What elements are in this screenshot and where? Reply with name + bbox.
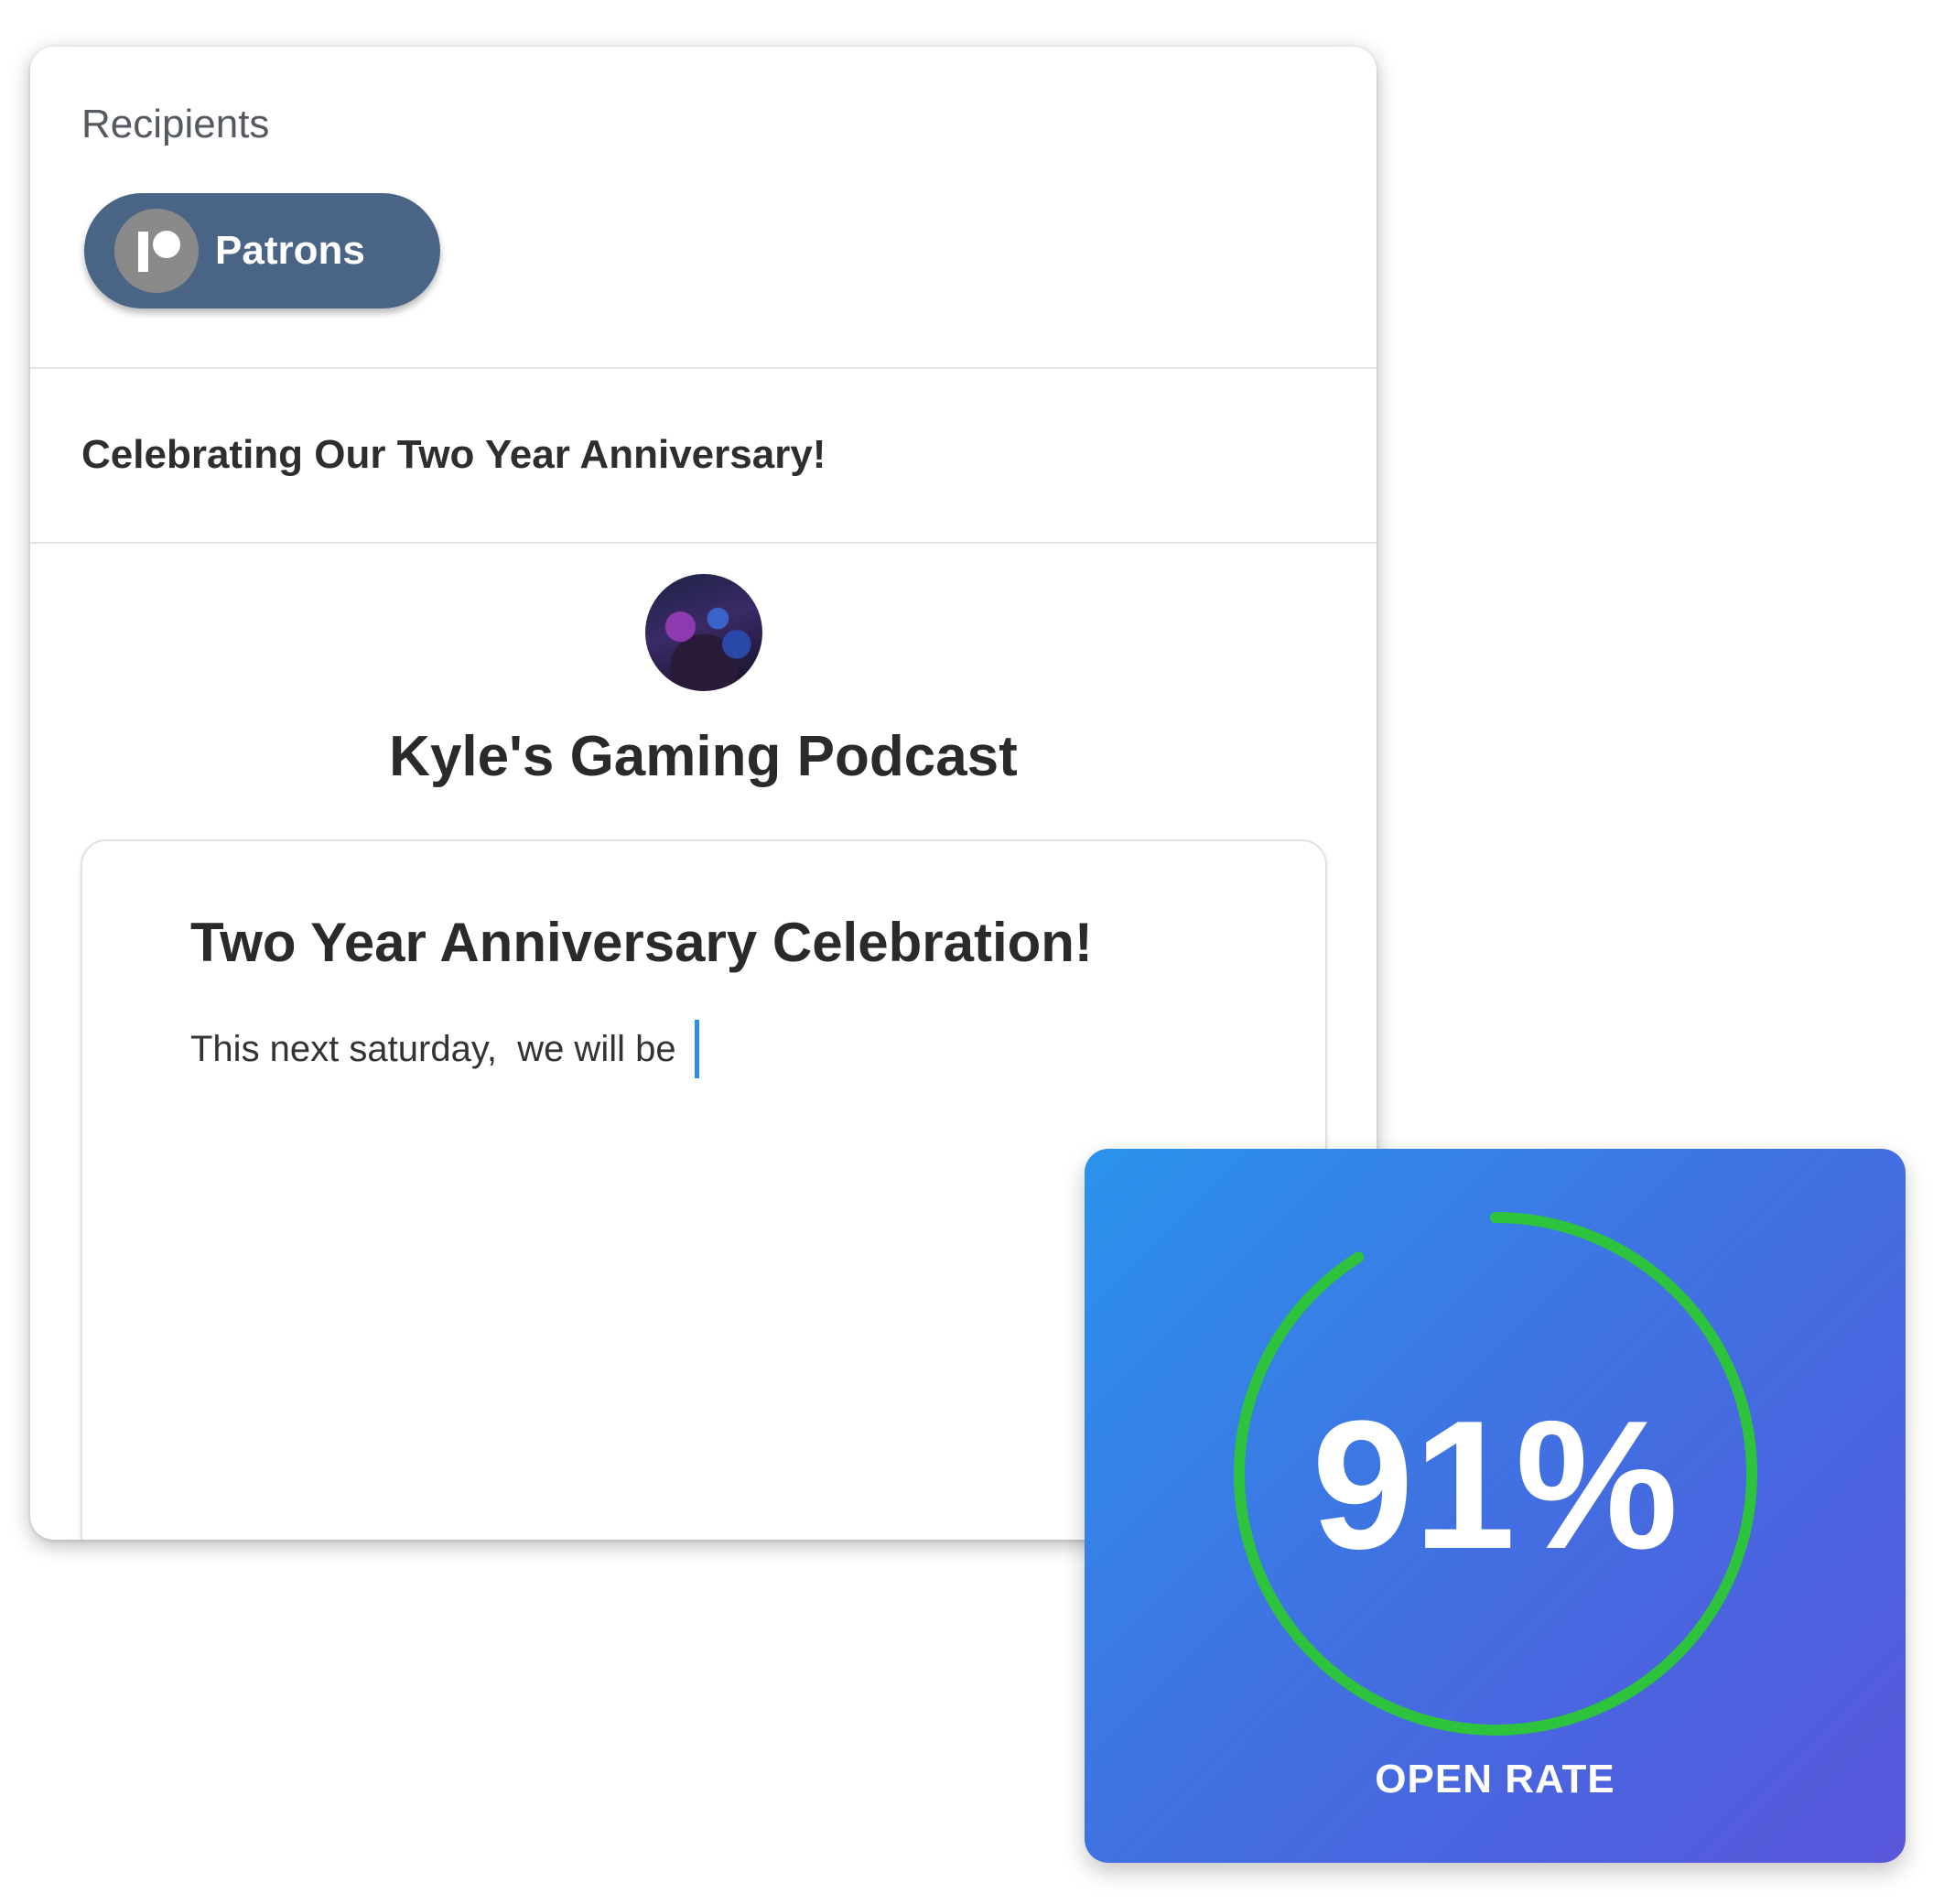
- open-rate-card: 91% OPEN RATE: [1085, 1149, 1906, 1863]
- recipient-chip-patrons[interactable]: Patrons: [84, 193, 440, 308]
- creator-avatar: [645, 574, 762, 691]
- recipient-chip-label: Patrons: [215, 228, 365, 273]
- creator-name: Kyle's Gaming Podcast: [389, 725, 1018, 788]
- patreon-logo-icon: [114, 209, 199, 293]
- open-rate-label: OPEN RATE: [1375, 1757, 1615, 1801]
- subject-line[interactable]: Celebrating Our Two Year Anniversary!: [81, 432, 826, 478]
- divider: [30, 367, 1377, 369]
- post-body-text: This next saturday, we will be: [190, 1028, 676, 1069]
- recipients-label: Recipients: [81, 102, 270, 146]
- post-title[interactable]: Two Year Anniversary Celebration!: [190, 911, 1093, 974]
- text-cursor: [694, 1020, 699, 1078]
- open-rate-value: 91%: [1312, 1383, 1679, 1587]
- divider: [30, 542, 1377, 544]
- post-body[interactable]: This next saturday, we will be: [190, 1020, 699, 1078]
